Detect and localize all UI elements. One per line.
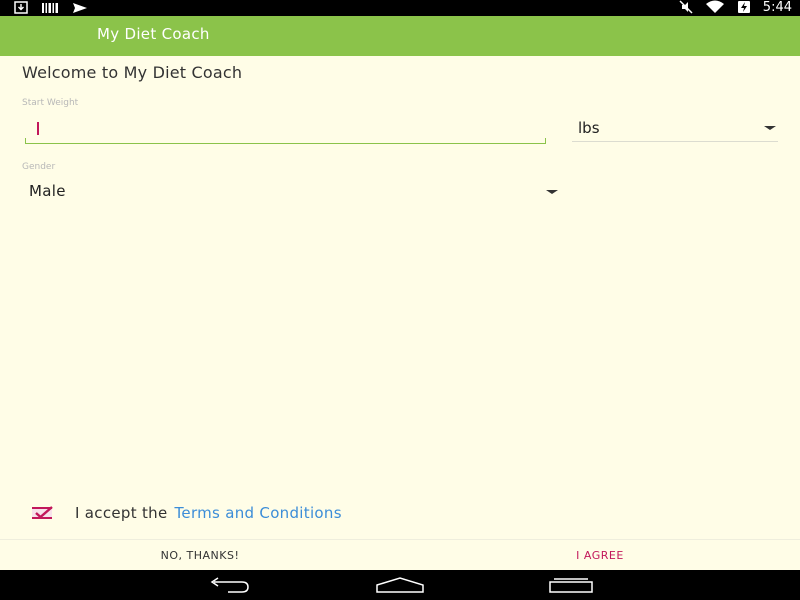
terms-link[interactable]: Terms and Conditions — [175, 504, 342, 522]
back-icon — [210, 577, 249, 593]
mute-icon — [679, 0, 693, 18]
no-thanks-button[interactable]: NO, THANKS! — [0, 540, 400, 570]
status-right-icons: 5:44 — [679, 0, 792, 16]
battery-charging-icon — [737, 0, 751, 18]
status-left-icons — [14, 0, 88, 18]
start-weight-input[interactable] — [25, 116, 546, 144]
status-bar: 5:44 — [0, 0, 800, 16]
weight-unit-value: lbs — [578, 119, 600, 137]
dropdown-arrow-icon — [546, 190, 558, 194]
recents-button[interactable] — [545, 575, 597, 595]
terms-checkbox[interactable] — [30, 505, 54, 521]
agree-button[interactable]: I AGREE — [400, 540, 800, 570]
barcode-icon — [42, 0, 58, 18]
send-icon — [72, 0, 88, 18]
recents-icon — [549, 578, 593, 593]
gender-label: Gender — [22, 162, 56, 172]
app-title: My Diet Coach — [97, 25, 210, 43]
dropdown-arrow-icon — [764, 126, 776, 130]
wifi-icon — [705, 0, 725, 18]
app-bar: My Diet Coach — [0, 16, 800, 56]
start-weight-label: Start Weight — [22, 98, 79, 108]
navigation-bar — [0, 570, 800, 600]
back-button[interactable] — [203, 575, 255, 595]
terms-prefix: I accept the — [75, 504, 168, 522]
welcome-heading: Welcome to My Diet Coach — [22, 63, 243, 82]
home-button[interactable] — [374, 575, 426, 595]
home-icon — [376, 577, 424, 593]
text-cursor — [37, 122, 39, 135]
bottom-button-bar: NO, THANKS! I AGREE — [0, 539, 800, 570]
download-icon — [14, 0, 28, 18]
weight-unit-dropdown[interactable]: lbs — [572, 114, 778, 142]
terms-row: I accept the Terms and Conditions — [30, 501, 342, 525]
checkmark-icon — [35, 506, 53, 519]
gender-dropdown[interactable]: Male — [22, 176, 560, 206]
status-time: 5:44 — [762, 0, 792, 15]
gender-value: Male — [29, 182, 66, 200]
main-content: Welcome to My Diet Coach Start Weight lb… — [0, 56, 800, 539]
